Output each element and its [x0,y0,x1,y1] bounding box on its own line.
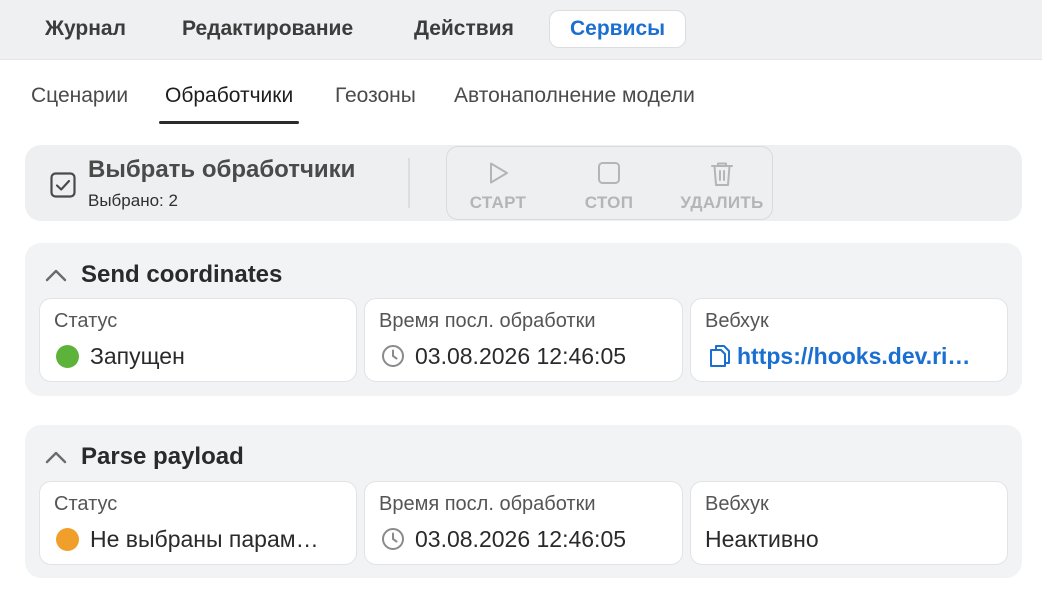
webhook-field: Вебхук Неактивно [690,481,1008,565]
status-label: Статус [54,493,118,515]
select-handlers-label[interactable]: Выбрать обработчики [88,156,355,184]
status-value: Не выбраны парам… [90,526,319,552]
menu-tab-actions[interactable]: Действия [394,10,534,48]
handler-title[interactable]: Send coordinates [81,261,282,289]
menu-tab-services[interactable]: Сервисы [549,10,687,48]
webhook-field: Вебхук https://hooks.dev.ri… [690,298,1008,382]
selected-count: Выбрано: 2 [88,191,178,210]
trash-icon [711,162,733,186]
status-label: Статус [54,310,118,332]
status-dot-icon [56,528,79,551]
play-icon [490,162,508,184]
last-processed-label: Время посл. обработки [379,310,596,332]
status-dot-icon [56,345,79,368]
start-button[interactable]: СТАРТ [448,147,548,219]
subtab-handlers[interactable]: Обработчики [158,84,300,124]
bulk-actions-group: СТАРТ СТОП УДАЛИТЬ [446,146,773,220]
top-menu-bar: Журнал Редактирование Действия Сервисы [0,0,1042,60]
last-processed-value: 03.08.2026 12:46:05 [415,343,627,369]
subtab-model-autofill[interactable]: Автонаполнение модели [454,84,695,124]
webhook-label: Вебхук [705,310,769,332]
stop-button-label: СТОП [584,193,634,212]
subtab-scenarios[interactable]: Сценарии [31,84,128,124]
handler-card: Parse payload Статус Не выбраны парам… В… [25,425,1022,578]
clock-icon [382,528,404,550]
stop-button[interactable]: СТОП [559,147,659,219]
checkbox-checked-icon[interactable] [50,172,76,198]
menu-tab-journal[interactable]: Журнал [25,10,146,48]
subtab-geozones[interactable]: Геозоны [335,84,416,124]
status-value: Запущен [90,343,185,369]
webhook-url-link[interactable]: https://hooks.dev.ri… [737,343,999,370]
stop-icon [598,162,620,184]
chevron-up-icon[interactable] [45,450,67,464]
delete-button-label: УДАЛИТЬ [680,193,764,212]
last-processed-field: Время посл. обработки 03.08.2026 12:46:0… [364,481,683,565]
status-field: Статус Не выбраны парам… [39,481,357,565]
delete-button[interactable]: УДАЛИТЬ [672,147,772,219]
last-processed-label: Время посл. обработки [379,493,596,515]
status-field: Статус Запущен [39,298,357,382]
chevron-up-icon[interactable] [45,268,67,282]
webhook-value: Неактивно [705,526,819,552]
last-processed-value: 03.08.2026 12:46:05 [415,526,627,552]
copy-icon[interactable] [709,344,731,368]
webhook-label: Вебхук [705,493,769,515]
last-processed-field: Время посл. обработки 03.08.2026 12:46:0… [364,298,683,382]
start-button-label: СТАРТ [469,193,527,212]
handler-title[interactable]: Parse payload [81,443,244,471]
handler-card: Send coordinates Статус Запущен Время по… [25,243,1022,396]
menu-tab-editing[interactable]: Редактирование [162,10,373,48]
toolbar-divider [408,158,410,208]
clock-icon [382,345,404,367]
